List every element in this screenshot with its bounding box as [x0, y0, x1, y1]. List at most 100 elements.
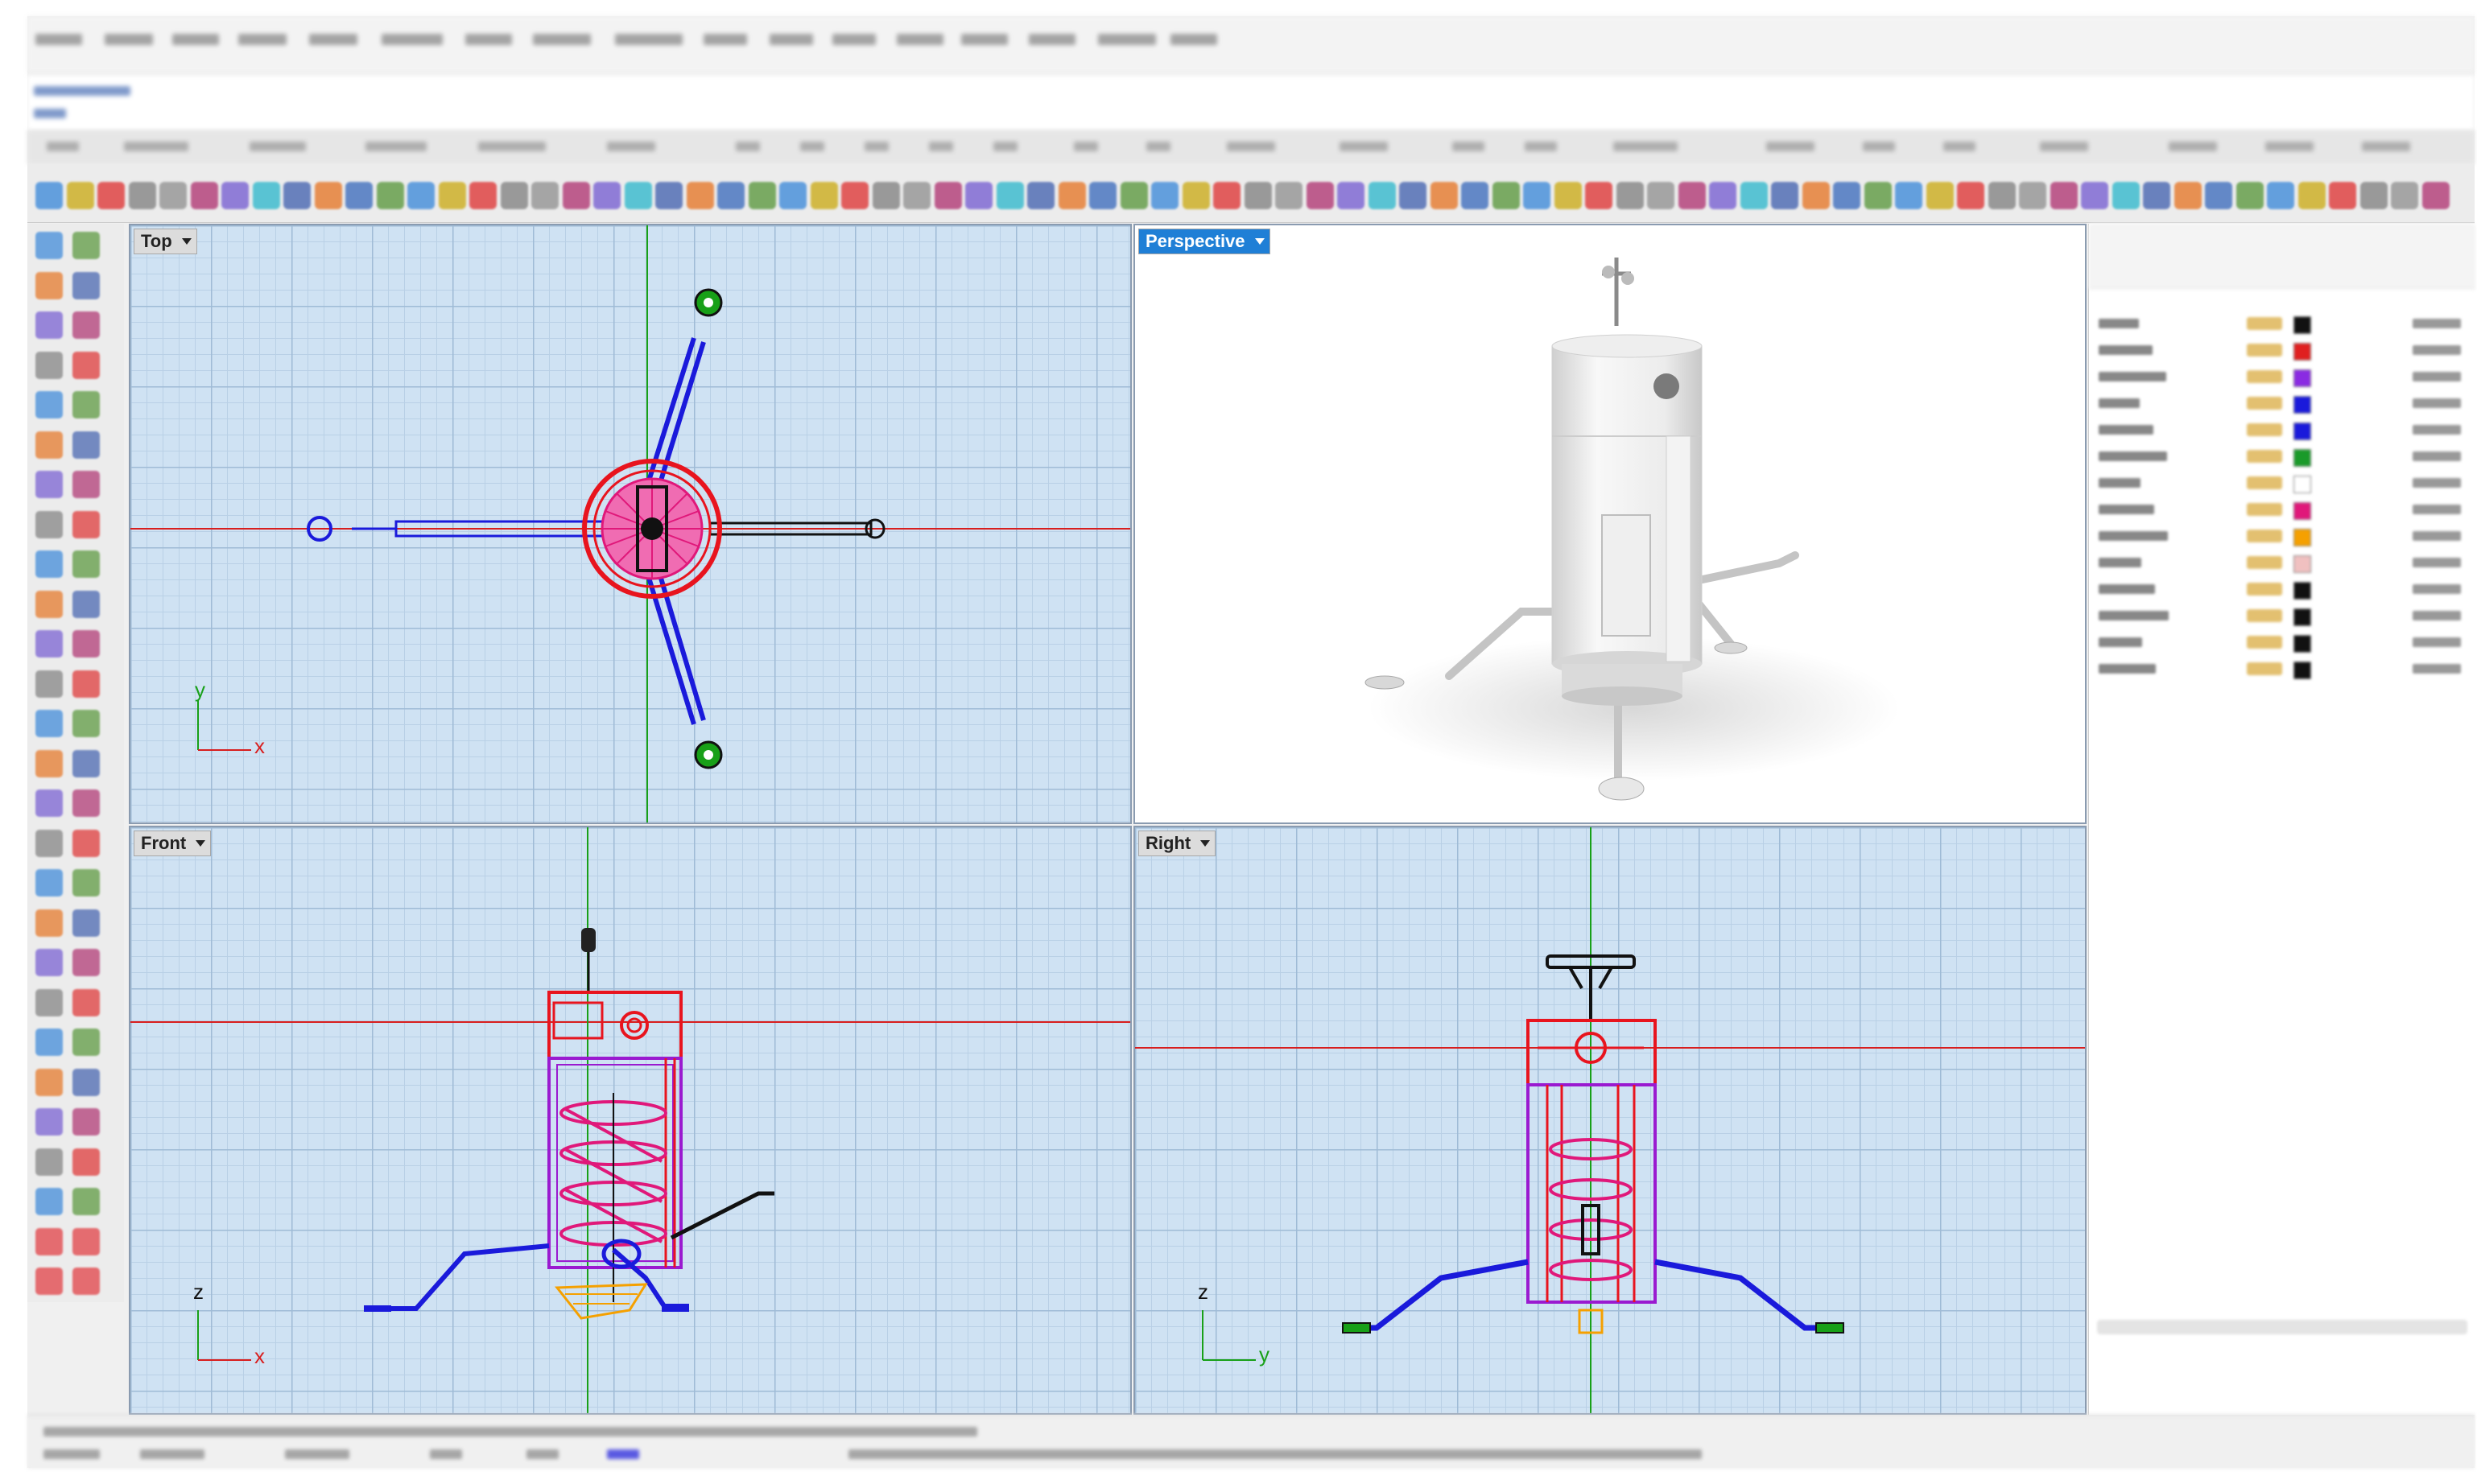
toolbar-tool-icon[interactable]	[1492, 182, 1520, 209]
toolbar-tool-icon[interactable]	[1399, 182, 1426, 209]
left-tool-icon[interactable]	[72, 988, 100, 1016]
layer-visibility-lock-icon[interactable]	[2247, 397, 2282, 410]
layer-color-swatch[interactable]	[2293, 423, 2311, 440]
left-tool-icon[interactable]	[35, 471, 63, 498]
toolbar-tool-icon[interactable]	[1337, 182, 1364, 209]
viewport-top[interactable]: Top y x	[129, 224, 1132, 824]
toolbar-tool-icon[interactable]	[35, 182, 63, 209]
toolbar-tool-icon[interactable]	[779, 182, 807, 209]
left-tool-icon[interactable]	[72, 829, 100, 857]
left-tool-icon[interactable]	[35, 869, 63, 897]
chevron-down-icon[interactable]	[1200, 840, 1211, 847]
left-tool-icon[interactable]	[72, 710, 100, 737]
left-tool-icon[interactable]	[35, 909, 63, 937]
toolbar-tool-icon[interactable]	[438, 182, 466, 209]
toolbar-tool-icon[interactable]	[2391, 182, 2418, 209]
layer-visibility-lock-icon[interactable]	[2247, 609, 2282, 622]
toolbar-tool-icon[interactable]	[686, 182, 714, 209]
left-tool-icon[interactable]	[35, 988, 63, 1016]
toolbar-tool-icon[interactable]	[1461, 182, 1488, 209]
layer-row[interactable]	[2089, 418, 2467, 443]
toolbar-tool-icon[interactable]	[1833, 182, 1860, 209]
toolbar-tool-icon[interactable]	[2112, 182, 2140, 209]
toolbar-tool-icon[interactable]	[1926, 182, 1954, 209]
layer-visibility-lock-icon[interactable]	[2247, 423, 2282, 436]
toolbar-tool-icon[interactable]	[1709, 182, 1736, 209]
toolbar-tool-icon[interactable]	[1089, 182, 1117, 209]
toolbar-tool-icon[interactable]	[624, 182, 652, 209]
left-tool-icon[interactable]	[72, 909, 100, 937]
toolbar-tool-icon[interactable]	[1585, 182, 1612, 209]
layer-row[interactable]	[2089, 339, 2467, 363]
viewport-perspective-label[interactable]: Perspective	[1138, 229, 1270, 254]
panel-scrollbar[interactable]	[2097, 1320, 2467, 1334]
left-tool-icon[interactable]	[72, 311, 100, 339]
toolbar-tool-icon[interactable]	[2235, 182, 2264, 209]
toolbar-tool-icon[interactable]	[2143, 182, 2170, 209]
layer-visibility-lock-icon[interactable]	[2247, 450, 2282, 463]
toolbar-tool-icon[interactable]	[841, 182, 869, 209]
left-tool-icon[interactable]	[35, 1068, 63, 1096]
left-tool-icon[interactable]	[72, 1188, 100, 1215]
layer-visibility-lock-icon[interactable]	[2247, 370, 2282, 383]
toolbar-tool-icon[interactable]	[2329, 182, 2356, 209]
toolbar-tool-icon[interactable]	[1151, 182, 1179, 209]
toolbar-tool-icon[interactable]	[1616, 182, 1644, 209]
left-tool-icon[interactable]	[72, 1028, 100, 1056]
viewport-top-label[interactable]: Top	[134, 229, 197, 254]
left-tool-icon[interactable]	[72, 1227, 100, 1255]
toolbar-tool-icon[interactable]	[872, 182, 900, 209]
layer-row[interactable]	[2089, 312, 2467, 336]
toolbar-tool-icon[interactable]	[810, 182, 838, 209]
toolbar-tool-icon[interactable]	[1771, 182, 1798, 209]
layer-row[interactable]	[2089, 578, 2467, 602]
toolbar-tool-icon[interactable]	[748, 182, 776, 209]
toolbar-tool-icon[interactable]	[2267, 182, 2294, 209]
layer-visibility-lock-icon[interactable]	[2247, 556, 2282, 569]
left-tool-icon[interactable]	[35, 949, 63, 976]
chevron-down-icon[interactable]	[181, 238, 192, 245]
toolbar-tool-icon[interactable]	[1182, 182, 1210, 209]
toolbar-tool-icon[interactable]	[996, 182, 1024, 209]
left-tool-icon[interactable]	[35, 829, 63, 857]
left-tool-icon[interactable]	[35, 271, 63, 299]
layer-color-swatch[interactable]	[2293, 502, 2311, 520]
left-tool-icon[interactable]	[35, 391, 63, 418]
toolbar-tool-icon[interactable]	[1275, 182, 1302, 209]
layer-color-swatch[interactable]	[2293, 555, 2311, 573]
toolbar-tool-icon[interactable]	[1647, 182, 1674, 209]
left-tool-icon[interactable]	[72, 232, 100, 259]
left-tool-icon[interactable]	[35, 1148, 63, 1176]
left-tool-icon[interactable]	[35, 1028, 63, 1056]
viewport-front[interactable]: Front z x	[129, 826, 1132, 1415]
toolbar-tool-icon[interactable]	[376, 182, 404, 209]
layer-color-swatch[interactable]	[2293, 369, 2311, 387]
toolbar-tool-icon[interactable]	[283, 182, 311, 209]
left-tool-icon[interactable]	[72, 1068, 100, 1096]
menu-bar[interactable]	[27, 16, 2475, 72]
left-tool-icon[interactable]	[35, 710, 63, 737]
layer-color-swatch[interactable]	[2293, 662, 2311, 679]
left-tool-icon[interactable]	[35, 1268, 63, 1295]
left-tool-icon[interactable]	[72, 1108, 100, 1136]
toolbar-tool-icon[interactable]	[1895, 182, 1922, 209]
layer-visibility-lock-icon[interactable]	[2247, 503, 2282, 516]
layer-row[interactable]	[2089, 551, 2467, 575]
left-tool-icon[interactable]	[35, 590, 63, 618]
toolbar-tool-icon[interactable]	[66, 182, 94, 209]
toolbar-tool-icon[interactable]	[1306, 182, 1334, 209]
left-tool-icon[interactable]	[72, 471, 100, 498]
toolbar-tool-icon[interactable]	[2359, 182, 2388, 209]
toolbar-tool-icon[interactable]	[190, 182, 218, 209]
toolbar-tool-icon[interactable]	[655, 182, 683, 209]
toolbar-tabs[interactable]	[27, 130, 2475, 164]
toolbar-tool-icon[interactable]	[717, 182, 745, 209]
toolbar-tool-icon[interactable]	[2174, 182, 2202, 209]
left-tool-icon[interactable]	[72, 271, 100, 299]
viewport-front-label[interactable]: Front	[134, 831, 212, 856]
toolbar-tool-icon[interactable]	[965, 182, 993, 209]
toolbar-tool-icon[interactable]	[407, 182, 435, 209]
layer-row[interactable]	[2089, 525, 2467, 549]
layer-visibility-lock-icon[interactable]	[2247, 662, 2282, 675]
layer-visibility-lock-icon[interactable]	[2247, 636, 2282, 649]
